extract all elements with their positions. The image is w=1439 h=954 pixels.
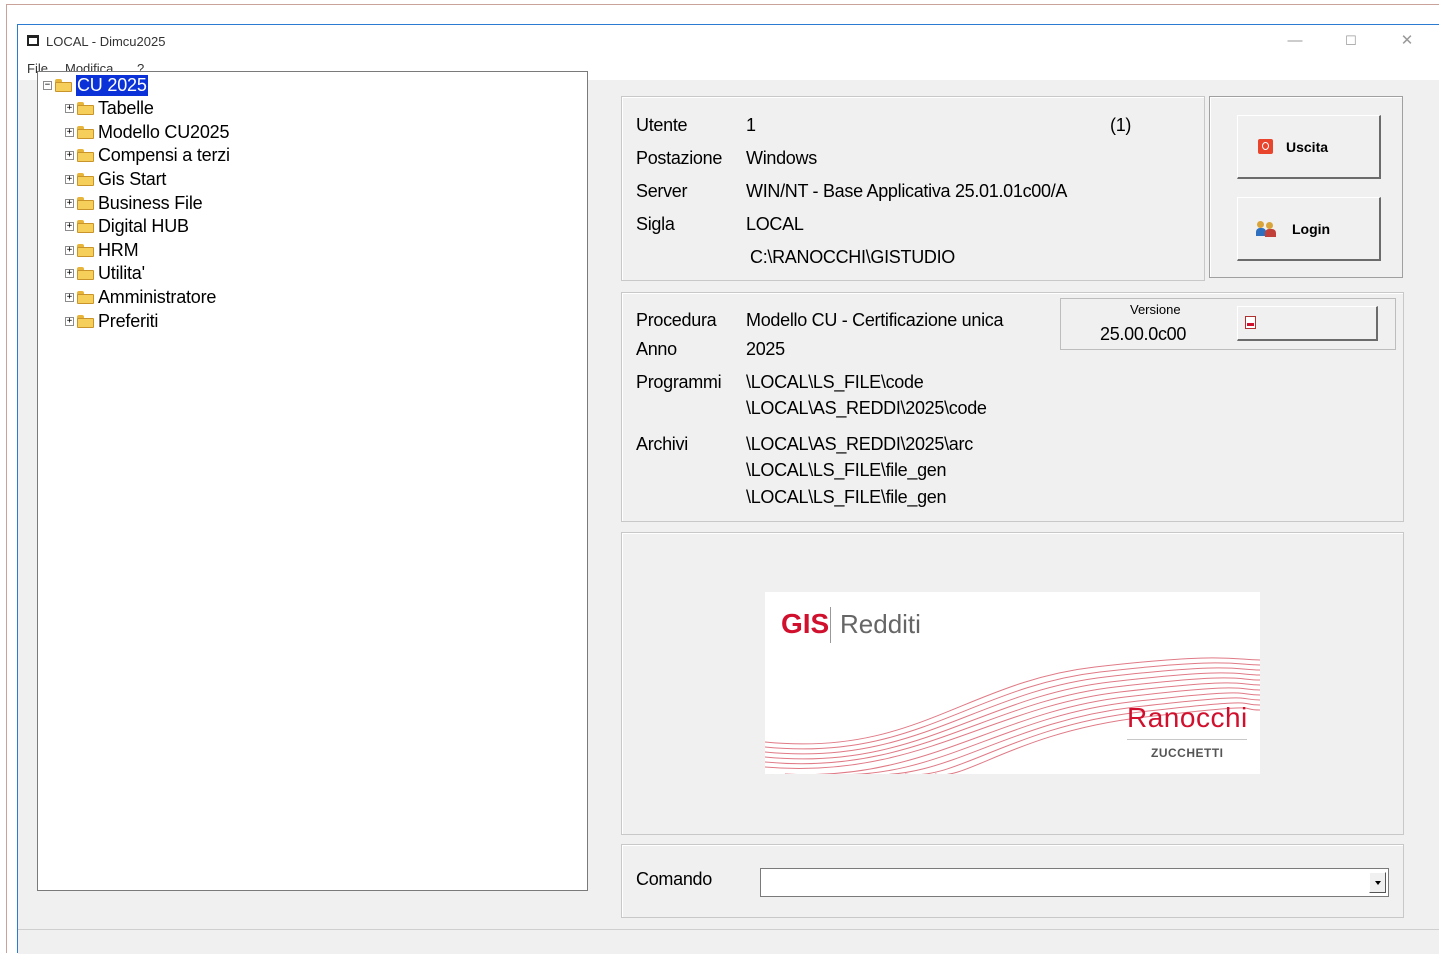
tree-root-label: CU 2025 [76, 74, 148, 96]
tree-item-label: Digital HUB [98, 215, 189, 236]
utente-count: (1) [1110, 115, 1132, 135]
tree-item-label: Gis Start [98, 168, 167, 189]
folder-icon [77, 266, 94, 280]
folder-open-icon [55, 78, 72, 92]
archivi-value-2: \LOCAL\LS_FILE\file_gen [746, 460, 947, 480]
tree-item-business-file[interactable]: + Business File [65, 192, 203, 214]
uscita-button[interactable]: Uscita [1237, 115, 1381, 179]
logo-redditi: Redditi [840, 609, 921, 639]
maximize-button[interactable]: ☐ [1338, 31, 1364, 51]
tree-item-hrm[interactable]: + HRM [65, 239, 139, 261]
folder-icon [77, 196, 94, 210]
expand-icon[interactable]: + [65, 268, 74, 278]
tree-item-label: HRM [98, 239, 139, 260]
exit-icon [1258, 139, 1273, 154]
status-bar [18, 929, 1439, 954]
versione-value: 25.00.0c00 [1100, 324, 1187, 344]
gis-redditi-logo: GIS Redditi Ranocchi ZUCCHETTI [765, 592, 1260, 774]
sigla-label: Sigla [636, 214, 675, 234]
expand-icon[interactable]: + [65, 103, 74, 113]
logo-gis: GIS [781, 608, 830, 639]
expand-icon[interactable]: + [65, 316, 74, 326]
expand-icon[interactable]: + [65, 292, 74, 302]
tree-item-preferiti[interactable]: + Preferiti [65, 310, 158, 332]
logo-underline [1127, 739, 1247, 740]
anno-value: 2025 [746, 339, 785, 359]
tree-item-label: Compensi a terzi [98, 144, 230, 165]
window-title: LOCAL - Dimcu2025 [46, 34, 166, 49]
postazione-value: Windows [746, 148, 817, 168]
close-button[interactable]: ✕ [1394, 31, 1420, 51]
tree-item-modello-cu2025[interactable]: + Modello CU2025 [65, 121, 229, 143]
expand-icon[interactable]: + [65, 174, 74, 184]
expand-icon[interactable]: + [65, 245, 74, 255]
title-bar: LOCAL - Dimcu2025 — ☐ ✕ [18, 25, 1439, 56]
path-value: C:\RANOCCHI\GISTUDIO [750, 247, 956, 267]
programmi-value-2: \LOCAL\AS_REDDI\2025\code [746, 398, 987, 418]
collapse-icon[interactable]: − [43, 80, 52, 90]
folder-icon [77, 314, 94, 328]
utente-value: 1 [746, 115, 756, 135]
tree-item-label: Amministratore [98, 286, 217, 307]
archivi-value-1: \LOCAL\AS_REDDI\2025\arc [746, 434, 973, 454]
folder-icon [77, 219, 94, 233]
utente-label: Utente [636, 115, 688, 135]
tree-item-compensi[interactable]: + Compensi a terzi [65, 144, 230, 166]
postazione-label: Postazione [636, 148, 723, 168]
versione-label: Versione [1130, 302, 1181, 317]
tree-item-tabelle[interactable]: + Tabelle [65, 97, 154, 119]
version-box: Versione 25.00.0c00 [1060, 298, 1396, 350]
folder-icon [77, 172, 94, 186]
tree-item-label: Modello CU2025 [98, 121, 230, 142]
server-label: Server [636, 181, 688, 201]
expand-icon[interactable]: + [65, 150, 74, 160]
comando-combobox[interactable] [760, 868, 1389, 897]
tree-item-label: Business File [98, 192, 203, 213]
tree-item-label: Tabelle [98, 97, 154, 118]
comando-label: Comando [636, 869, 712, 889]
server-value: WIN/NT - Base Applicativa 25.01.01c00/A [746, 181, 1068, 201]
version-document-button[interactable] [1237, 306, 1378, 341]
folder-icon [77, 290, 94, 304]
users-icon [1256, 221, 1278, 237]
logo-sub: ZUCCHETTI [1151, 746, 1224, 760]
folder-icon [77, 101, 94, 115]
user-info-panel: Utente 1 (1) Postazione Windows Server W… [621, 96, 1205, 281]
minimize-button[interactable]: — [1282, 31, 1308, 51]
login-label: Login [1292, 221, 1331, 237]
sigla-value: LOCAL [746, 214, 804, 234]
programmi-value-1: \LOCAL\LS_FILE\code [746, 372, 924, 392]
procedura-value: Modello CU - Certificazione unica [746, 310, 1004, 330]
tree-item-utilita[interactable]: + Utilita' [65, 262, 145, 284]
logo-brand: Ranocchi [1127, 702, 1248, 733]
uscita-label: Uscita [1286, 139, 1329, 155]
tree-root[interactable]: − CU 2025 [43, 74, 148, 96]
tree-item-digital-hub[interactable]: + Digital HUB [65, 215, 189, 237]
app-icon [27, 35, 39, 46]
folder-icon [77, 148, 94, 162]
programmi-label: Programmi [636, 372, 722, 392]
anno-label: Anno [636, 339, 677, 359]
tree-item-label: Preferiti [98, 310, 159, 331]
expand-icon[interactable]: + [65, 221, 74, 231]
archivi-value-3: \LOCAL\LS_FILE\file_gen [746, 487, 947, 507]
dropdown-arrow-icon[interactable] [1369, 872, 1386, 893]
navigation-tree[interactable]: − CU 2025 + Tabelle + Modello CU2025 + C… [37, 71, 588, 891]
expand-icon[interactable]: + [65, 198, 74, 208]
tree-item-amministratore[interactable]: + Amministratore [65, 286, 216, 308]
pdf-icon [1245, 316, 1256, 329]
folder-icon [77, 243, 94, 257]
tree-item-gis-start[interactable]: + Gis Start [65, 168, 166, 190]
procedura-label: Procedura [636, 310, 717, 330]
archivi-label: Archivi [636, 434, 688, 454]
tree-item-label: Utilita' [98, 262, 145, 283]
folder-icon [77, 125, 94, 139]
expand-icon[interactable]: + [65, 127, 74, 137]
login-button[interactable]: Login [1237, 197, 1381, 261]
logo-divider [830, 607, 831, 643]
